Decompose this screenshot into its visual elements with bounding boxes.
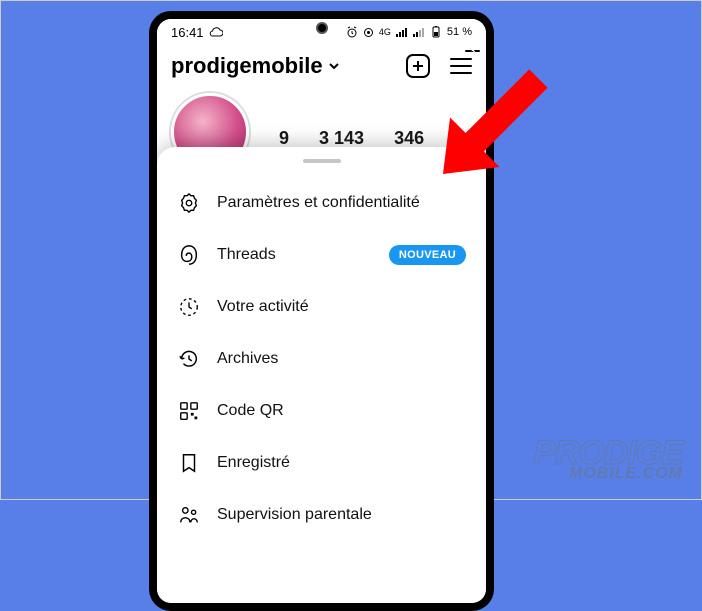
family-icon — [177, 503, 201, 527]
menu-label: Threads — [217, 246, 373, 264]
watermark: PRODIGE MOBILE.COM — [533, 439, 683, 481]
qr-icon — [177, 399, 201, 423]
activity-icon — [177, 295, 201, 319]
cloud-icon — [209, 27, 223, 37]
stat-posts[interactable]: 9 — [279, 128, 289, 149]
stat-following[interactable]: 346 — [394, 128, 424, 149]
username-label: prodigemobile — [171, 53, 323, 79]
menu-label: Votre activité — [217, 298, 466, 316]
bookmark-icon — [177, 451, 201, 475]
battery-percent: 51 % — [447, 26, 472, 38]
menu-label: Archives — [217, 350, 466, 368]
archive-icon — [177, 347, 201, 371]
menu-label: Supervision parentale — [217, 506, 466, 524]
menu-label: Enregistré — [217, 454, 466, 472]
menu-item-qr[interactable]: Code QR — [157, 385, 486, 437]
gear-icon — [177, 191, 201, 215]
camera-hole — [316, 22, 328, 34]
menu-item-archives[interactable]: Archives — [157, 333, 486, 385]
stat-followers[interactable]: 3 143 — [319, 128, 364, 149]
menu-item-activity[interactable]: Votre activité — [157, 281, 486, 333]
battery-icon — [430, 26, 442, 38]
annotation-arrow — [421, 41, 571, 201]
alarm-icon — [346, 26, 358, 38]
menu-item-threads[interactable]: Threads NOUVEAU — [157, 229, 486, 281]
network-type: 4G — [379, 28, 391, 37]
chevron-down-icon — [327, 59, 341, 73]
settings-status-icon — [363, 27, 374, 38]
bottom-sheet: Paramètres et confidentialité Threads NO… — [157, 147, 486, 603]
username-dropdown[interactable]: prodigemobile — [171, 53, 341, 79]
threads-icon — [177, 243, 201, 267]
menu-item-saved[interactable]: Enregistré — [157, 437, 486, 489]
signal-icon-2 — [413, 28, 425, 37]
sheet-grabber[interactable] — [303, 159, 341, 163]
signal-icon — [396, 28, 408, 37]
menu-item-parental[interactable]: Supervision parentale — [157, 489, 486, 541]
menu-label: Code QR — [217, 402, 466, 420]
new-badge: NOUVEAU — [389, 245, 466, 265]
watermark-line1: PRODIGE — [533, 439, 683, 468]
status-time: 16:41 — [171, 25, 204, 40]
